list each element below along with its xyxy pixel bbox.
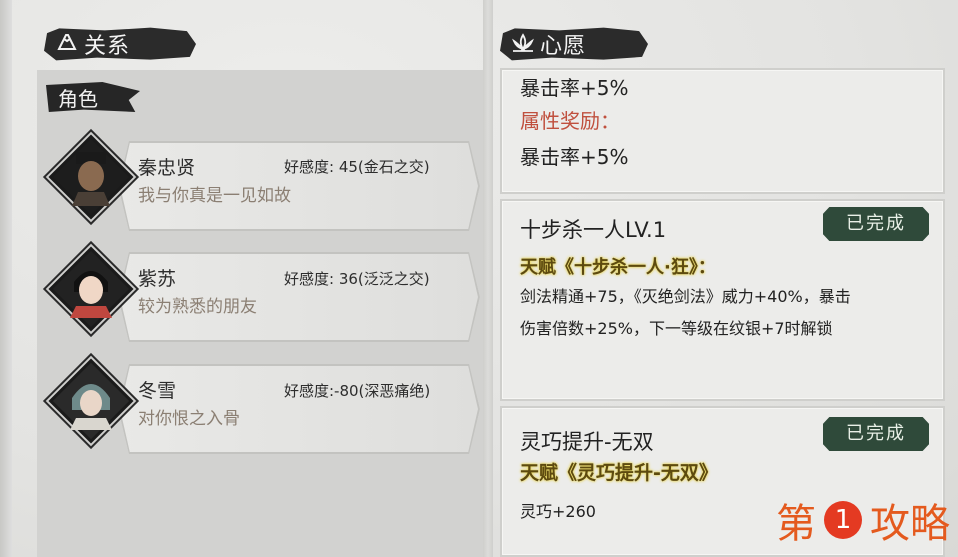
- avatar[interactable]: [48, 358, 134, 444]
- frame-edge: [0, 0, 12, 557]
- affinity-value: 好感度: 45(金石之交): [284, 158, 430, 176]
- clasped-hands-icon: [54, 31, 80, 57]
- avatar[interactable]: [48, 134, 134, 220]
- reward-label: 属性奖励：: [520, 109, 620, 133]
- reward-value: 暴击率+5%: [520, 145, 629, 169]
- watermark-text: 第: [776, 501, 816, 547]
- talent-desc-line: 灵巧+260: [520, 502, 596, 521]
- watermark-logo: 第 1 攻略: [776, 491, 950, 549]
- wish-card: 十步杀一人LV.1 已完成 天赋《十步杀一人·狂》： 剑法精通+75，《灭绝剑法…: [500, 199, 945, 401]
- character-name: 秦忠贤: [138, 157, 196, 179]
- lotus-icon: [510, 31, 536, 57]
- watermark-text: 攻略: [870, 501, 950, 547]
- wish-effect-line: 暴击率+5%: [520, 76, 629, 100]
- watermark-number: 1: [824, 501, 862, 539]
- talent-desc-line: 剑法精通+75，《灭绝剑法》威力+40%，暴击: [520, 287, 851, 306]
- wish-title: 灵巧提升-无双: [520, 430, 654, 454]
- wish-title: 十步杀一人LV.1: [520, 218, 667, 242]
- tab-role-label: 角色: [58, 86, 98, 111]
- character-quote: 较为熟悉的朋友: [138, 297, 257, 317]
- character-name: 冬雪: [138, 380, 177, 402]
- tab-role[interactable]: 角色: [46, 82, 140, 112]
- talent-name: 天赋《十步杀一人·狂》：: [520, 257, 716, 278]
- avatar-portrait-qinzhongxian: [72, 152, 110, 206]
- wish-header: 心愿: [500, 27, 648, 61]
- wish-card-continued: 暴击率+5% 属性奖励： 暴击率+5%: [500, 68, 945, 194]
- character-name: 紫苏: [138, 268, 177, 290]
- wish-title: 心愿: [540, 34, 587, 59]
- status-badge: 已完成: [823, 417, 929, 451]
- relations-header: 关系: [44, 27, 196, 61]
- talent-name: 天赋《灵巧提升-无双》: [520, 462, 718, 484]
- avatar[interactable]: [48, 246, 134, 332]
- character-quote: 对你恨之入骨: [138, 409, 240, 429]
- talent-desc-line: 伤害倍数+25%，下一等级在纹银+7时解锁: [520, 319, 833, 338]
- character-quote: 我与你真是一见如故: [138, 186, 291, 206]
- avatar-portrait-zisu: [70, 271, 112, 318]
- relations-title: 关系: [84, 34, 131, 59]
- status-badge: 已完成: [823, 207, 929, 241]
- avatar-portrait-dongxue: [70, 384, 112, 430]
